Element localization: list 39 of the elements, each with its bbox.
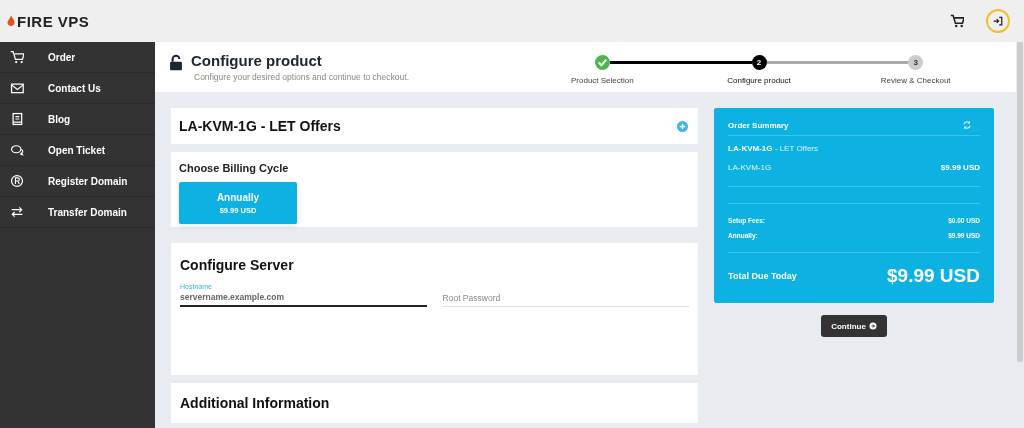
section-heading: Choose Billing Cycle [179,162,290,174]
transfer-arrows-icon [10,205,24,219]
total-amount: $9.99 USD [887,265,980,287]
summary-price: $9.99 USD [940,163,980,172]
envelope-icon [10,81,24,95]
input-field[interactable]: servername.example.com [180,290,427,307]
summary-product: LA-KVM-1G - LET Offers [728,144,820,153]
login-button[interactable] [986,9,1010,33]
scrollbar[interactable] [1017,42,1023,362]
cart-icon[interactable] [950,14,964,28]
sidebar-item[interactable]: Contact Us [0,73,155,104]
unlocked-padlock-icon [169,54,183,71]
registered-icon [10,174,24,188]
book-icon [10,112,24,126]
chat-icon [10,143,24,157]
arrow-circle-right-icon [868,322,877,330]
step-number: 2 [751,55,767,70]
summary-item: LA-KVM-1G [728,163,772,172]
sign-in-icon [993,16,1003,26]
sidebar-item[interactable]: Open Ticket [0,135,155,166]
sidebar-item[interactable]: Register Domain [0,166,155,197]
refresh-icon [962,120,972,130]
section-heading: Configure Server [180,257,295,273]
step-label: Configure product [727,76,791,85]
product-title: LA-KVM-1G - LET Offers [179,118,341,134]
step-label: Review & Checkout [880,76,951,85]
logo[interactable]: FIRE VPS [6,12,90,30]
page-title: Configure product [191,52,323,69]
sidebar-item[interactable]: Transfer Domain [0,197,155,228]
sidebar-item[interactable]: Blog [0,104,155,135]
step-number: 3 [908,55,924,70]
flame-icon [6,14,16,28]
summary-title: Order Summary [728,121,789,130]
cart-icon [10,50,24,64]
step-label: Product Selection [571,76,634,85]
page-subtitle: Configure your desired options and continue to checkout. [194,72,409,82]
continue-button[interactable]: Continue [821,315,888,337]
total-label: Total Due Today [728,271,797,281]
section-heading: Additional Information [180,395,331,411]
